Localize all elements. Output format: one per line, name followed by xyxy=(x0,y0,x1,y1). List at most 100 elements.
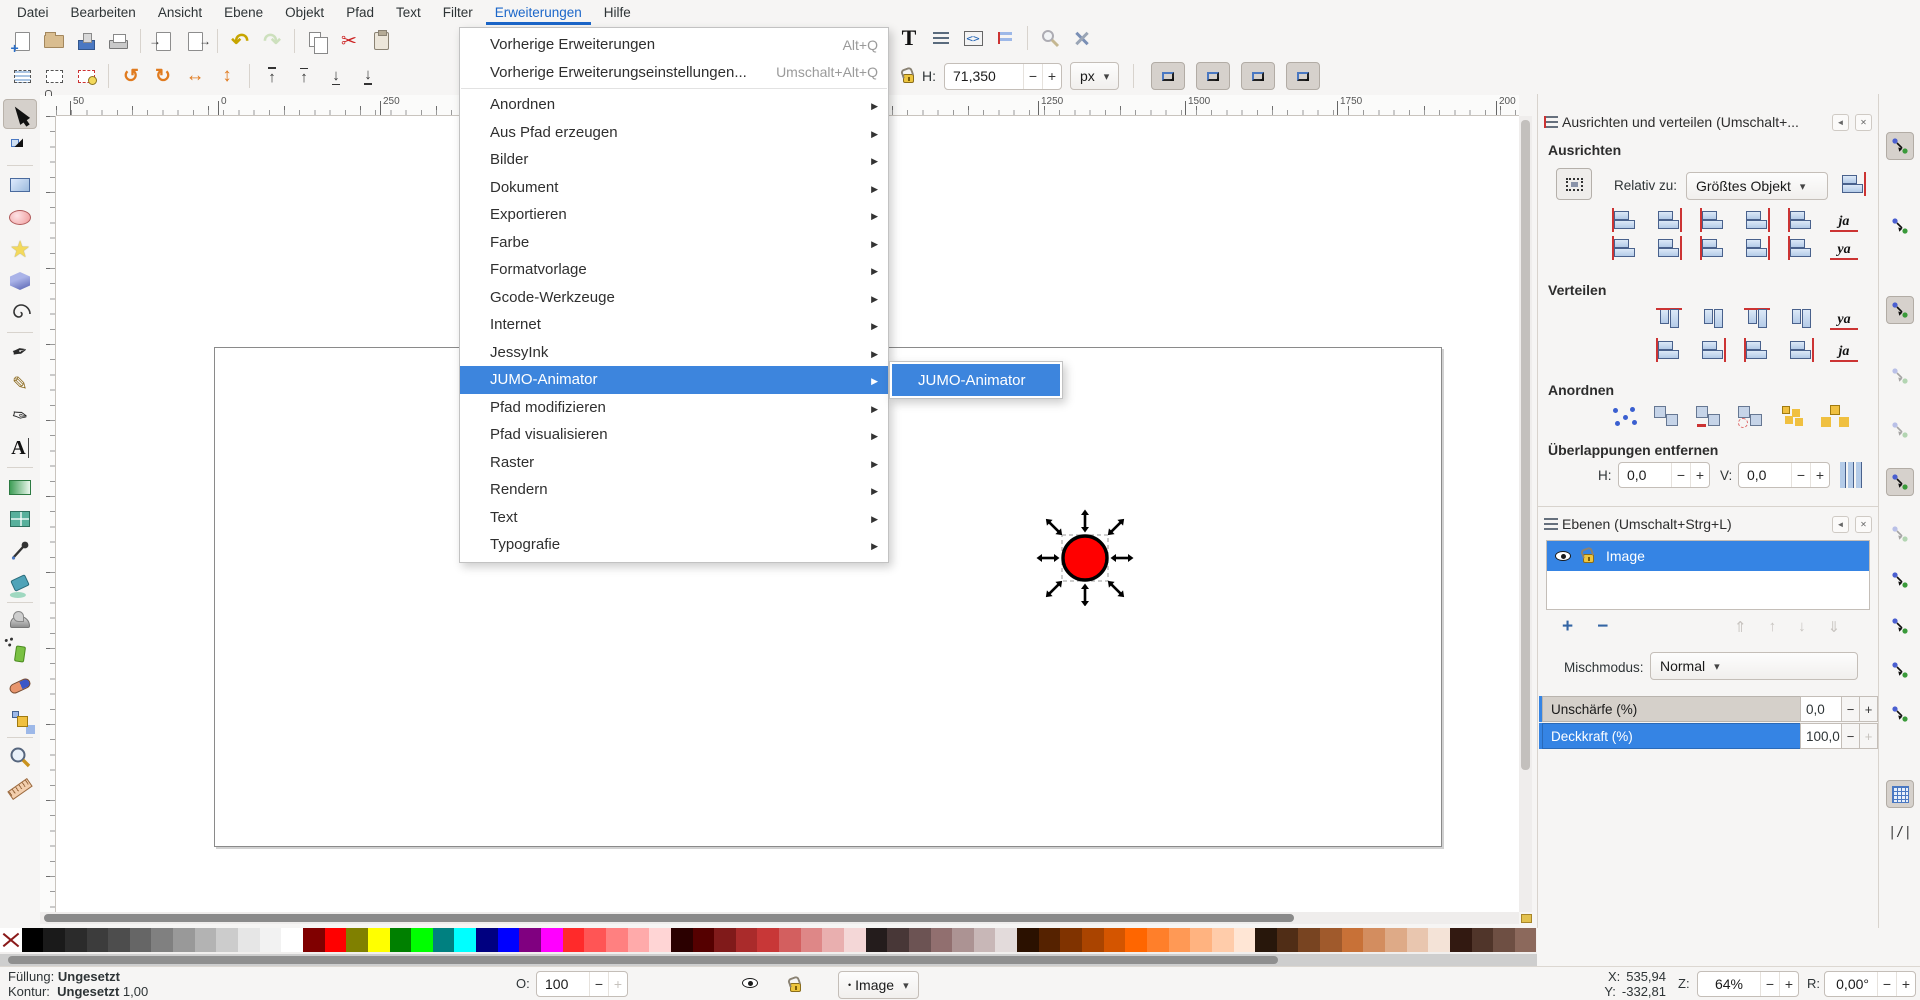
overlap-h-decrement[interactable]: − xyxy=(1671,463,1690,487)
layer-lock-toggle[interactable] xyxy=(790,983,801,992)
palette-swatch[interactable] xyxy=(87,928,109,952)
align-v-icon-1[interactable] xyxy=(1654,236,1684,260)
dropper-tool[interactable] xyxy=(3,536,37,566)
layer-lock-icon[interactable] xyxy=(1583,554,1594,563)
paint-bucket-tool[interactable] xyxy=(3,568,37,598)
spray-tool[interactable] xyxy=(3,639,37,669)
deselect-icon[interactable] xyxy=(70,62,102,90)
zoom-spinner[interactable]: 64% − + xyxy=(1697,971,1799,997)
palette-swatch[interactable] xyxy=(1385,928,1407,952)
palette-swatch[interactable] xyxy=(563,928,585,952)
snap-toggle-1[interactable] xyxy=(1886,212,1914,240)
cut-icon[interactable]: ✂ xyxy=(333,27,365,55)
snap-toggle-8[interactable] xyxy=(1886,612,1914,640)
rotation-increment[interactable]: + xyxy=(1896,972,1915,996)
palette-swatch[interactable] xyxy=(1060,928,1082,952)
palette-swatch[interactable] xyxy=(628,928,650,952)
palette-swatch[interactable] xyxy=(1515,928,1537,952)
palette-swatch[interactable] xyxy=(1234,928,1256,952)
palette-swatch[interactable] xyxy=(1277,928,1299,952)
vertical-scrollbar[interactable] xyxy=(1519,116,1532,912)
selector-tool[interactable] xyxy=(3,99,37,129)
palette-swatch[interactable] xyxy=(411,928,433,952)
menu-item-raster[interactable]: Raster xyxy=(460,449,888,477)
palette-swatch[interactable] xyxy=(368,928,390,952)
palette-swatch[interactable] xyxy=(1255,928,1277,952)
zoom-increment[interactable]: + xyxy=(1779,972,1798,996)
palette-swatch[interactable] xyxy=(606,928,628,952)
object-opacity-decrement[interactable]: − xyxy=(589,972,608,996)
palette-swatch[interactable] xyxy=(43,928,65,952)
menu-item-aus-pfad-erzeugen[interactable]: Aus Pfad erzeugen xyxy=(460,119,888,147)
open-file-icon[interactable] xyxy=(38,27,70,55)
save-icon[interactable] xyxy=(70,27,102,55)
measure-tool[interactable] xyxy=(3,774,37,804)
pencil-tool[interactable]: ✎ xyxy=(3,369,37,399)
layer-raise-button[interactable]: ↑ xyxy=(1769,618,1777,636)
red-circle[interactable] xyxy=(1063,536,1107,580)
menu-item-exportieren[interactable]: Exportieren xyxy=(460,201,888,229)
select-all-layers-icon[interactable] xyxy=(38,62,70,90)
menu-hilfe[interactable]: Hilfe xyxy=(593,2,642,23)
gradient-tool[interactable] xyxy=(3,472,37,502)
zoom-value[interactable]: 64% xyxy=(1698,976,1760,992)
overlap-v-increment[interactable]: + xyxy=(1810,463,1829,487)
palette-swatch[interactable] xyxy=(1104,928,1126,952)
distribute-h-icon-2[interactable] xyxy=(1742,306,1772,330)
palette-swatch[interactable] xyxy=(974,928,996,952)
copy-icon[interactable] xyxy=(301,27,333,55)
palette-swatch[interactable] xyxy=(1147,928,1169,952)
arrange-exchange-zorder-icon[interactable] xyxy=(1694,404,1722,428)
zoom-decrement[interactable]: − xyxy=(1760,972,1779,996)
palette-swatch[interactable] xyxy=(693,928,715,952)
palette-swatch[interactable] xyxy=(260,928,282,952)
current-layer-dropdown[interactable]: • Image xyxy=(838,971,919,999)
transform-corners-toggle[interactable] xyxy=(1196,62,1230,90)
preferences-icon[interactable] xyxy=(1066,24,1098,52)
distribute-v-icon-2[interactable] xyxy=(1742,338,1772,362)
layer-name[interactable]: Image xyxy=(1606,548,1645,564)
palette-swatch[interactable] xyxy=(173,928,195,952)
treat-as-group-button[interactable] xyxy=(1556,168,1592,200)
connector-tool[interactable] xyxy=(3,703,37,733)
palette-swatch[interactable] xyxy=(866,928,888,952)
menu-bearbeiten[interactable]: Bearbeiten xyxy=(60,2,147,23)
menu-item-gcode-werkzeuge[interactable]: Gcode-Werkzeuge xyxy=(460,284,888,312)
align-v-icon-0[interactable] xyxy=(1610,236,1640,260)
menu-item-bilder[interactable]: Bilder xyxy=(460,146,888,174)
palette-swatch[interactable] xyxy=(498,928,520,952)
horizontal-scrollbar[interactable] xyxy=(40,912,1519,924)
palette-swatch[interactable] xyxy=(931,928,953,952)
blur-slider[interactable]: Unschärfe (%) xyxy=(1542,696,1800,722)
distribute-h-icon-0[interactable] xyxy=(1654,306,1684,330)
undo-icon[interactable]: ↶ xyxy=(224,27,256,55)
distribute-h-icon-3[interactable] xyxy=(1786,306,1816,330)
height-decrement[interactable]: − xyxy=(1023,64,1042,89)
menu-item-rendern[interactable]: Rendern xyxy=(460,476,888,504)
palette-swatch[interactable] xyxy=(1169,928,1191,952)
export-icon[interactable]: → xyxy=(179,27,211,55)
snap-toggle-7[interactable] xyxy=(1886,566,1914,594)
palette-swatch[interactable] xyxy=(519,928,541,952)
calligraphy-tool[interactable]: ✑ xyxy=(3,401,37,431)
palette-swatch[interactable] xyxy=(757,928,779,952)
align-v-icon-3[interactable] xyxy=(1742,236,1772,260)
layer-row[interactable]: Image xyxy=(1547,541,1869,571)
snap-toggle-9[interactable] xyxy=(1886,656,1914,684)
transform-pattern-toggle[interactable] xyxy=(1286,62,1320,90)
palette-swatch[interactable] xyxy=(216,928,238,952)
snap-toggle-0[interactable] xyxy=(1886,132,1914,160)
palette-swatch[interactable] xyxy=(714,928,736,952)
menu-item-formatvorlage[interactable]: Formatvorlage xyxy=(460,256,888,284)
palette-swatch[interactable] xyxy=(995,928,1017,952)
snap-toggle-4[interactable] xyxy=(1886,416,1914,444)
eraser-tool[interactable] xyxy=(3,671,37,701)
palette-swatch[interactable] xyxy=(1363,928,1385,952)
palette-swatch[interactable] xyxy=(238,928,260,952)
layer-visibility-toggle[interactable] xyxy=(742,978,758,988)
arrange-exchange-rotate-icon[interactable] xyxy=(1736,404,1764,428)
palette-swatch[interactable] xyxy=(844,928,866,952)
align-v-text-icon[interactable] xyxy=(1830,236,1858,260)
menu-item-vorherige-erweiterungseinstellungen-[interactable]: Vorherige Erweiterungseinstellungen...Um… xyxy=(460,59,888,87)
vertical-ruler[interactable] xyxy=(40,116,56,912)
